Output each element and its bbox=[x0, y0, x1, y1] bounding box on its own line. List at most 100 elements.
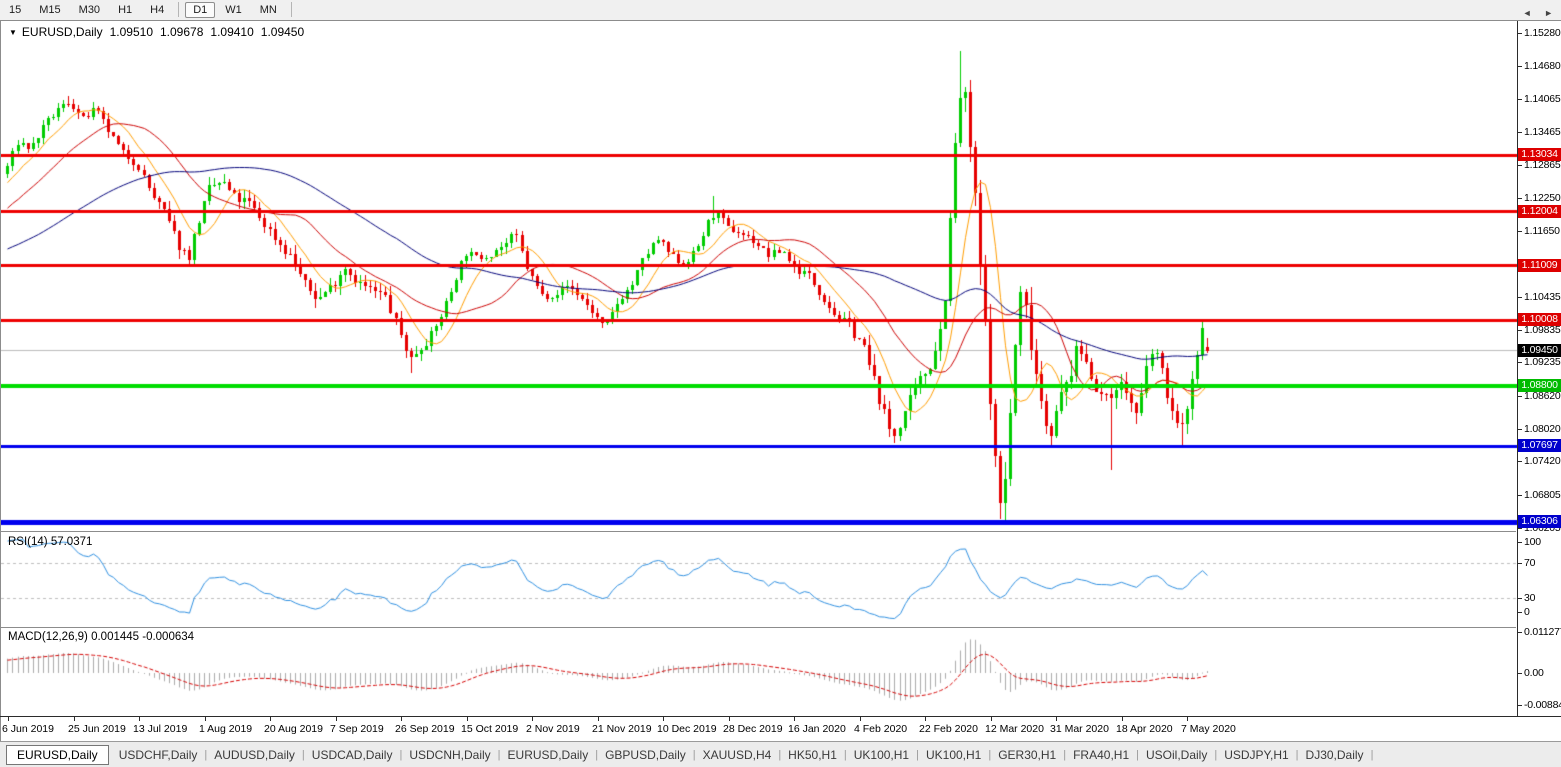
time-tick-mark bbox=[139, 717, 140, 721]
axis-tick-mark bbox=[1518, 563, 1522, 564]
time-tick-label: 7 May 2020 bbox=[1181, 723, 1236, 735]
price-level-badge: 1.13034 bbox=[1518, 148, 1561, 161]
axis-tick-mark bbox=[1518, 33, 1522, 34]
time-tick-mark bbox=[1187, 717, 1188, 721]
chart-tab-usoil-daily[interactable]: USOil,Daily bbox=[1139, 748, 1214, 762]
tab-scroll-left-icon[interactable]: ◄ bbox=[1523, 8, 1532, 18]
toolbar-separator bbox=[178, 2, 179, 17]
axis-tick-mark bbox=[1518, 542, 1522, 543]
time-tick-mark bbox=[401, 717, 402, 721]
price-level-badge: 1.12004 bbox=[1518, 205, 1561, 218]
rsi-panel-label: RSI(14) 57.0371 bbox=[8, 536, 92, 548]
time-tick-mark bbox=[1122, 717, 1123, 721]
axis-tick-mark bbox=[1518, 66, 1522, 67]
chart-tab-usdchf-daily[interactable]: USDCHF,Daily bbox=[112, 748, 205, 762]
price-tick-label: 1.07420 bbox=[1518, 455, 1561, 467]
time-tick-mark bbox=[8, 717, 9, 721]
time-tick-mark bbox=[663, 717, 664, 721]
time-tick-label: 28 Dec 2019 bbox=[723, 723, 783, 735]
chart-tab-bar: EURUSD,DailyUSDCHF,Daily|AUDUSD,Daily|US… bbox=[0, 741, 1561, 767]
time-tick-label: 2 Nov 2019 bbox=[526, 723, 580, 735]
price-level-badge: 1.08800 bbox=[1518, 379, 1561, 392]
period-button-w1[interactable]: W1 bbox=[217, 2, 250, 18]
period-button-d1[interactable]: D1 bbox=[185, 2, 215, 18]
chart-tab-usdjpy-h1[interactable]: USDJPY,H1 bbox=[1217, 748, 1295, 762]
macd-panel-label: MACD(12,26,9) 0.001445 -0.000634 bbox=[8, 631, 194, 643]
time-tick-mark bbox=[794, 717, 795, 721]
time-tick-mark bbox=[270, 717, 271, 721]
chart-tab-usdcad-daily[interactable]: USDCAD,Daily bbox=[305, 748, 400, 762]
time-tick-mark bbox=[860, 717, 861, 721]
rsi-tick-label: 30 bbox=[1518, 592, 1535, 604]
time-tick-label: 22 Feb 2020 bbox=[919, 723, 978, 735]
period-button-15[interactable]: 15 bbox=[1, 2, 29, 18]
chart-tab-uk100-h1[interactable]: UK100,H1 bbox=[847, 748, 916, 762]
axis-tick-mark bbox=[1518, 495, 1522, 496]
time-tick-mark bbox=[205, 717, 206, 721]
axis-tick-mark bbox=[1518, 632, 1522, 633]
time-axis-line bbox=[0, 716, 1561, 717]
rsi-panel-separator[interactable] bbox=[1, 531, 1516, 532]
price-tick-label: 1.13465 bbox=[1518, 126, 1561, 138]
axis-tick-mark bbox=[1518, 362, 1522, 363]
time-tick-label: 12 Mar 2020 bbox=[985, 723, 1044, 735]
price-level-badge: 1.09450 bbox=[1518, 344, 1561, 357]
chart-title: ▼EURUSD,Daily1.095101.096781.094101.0945… bbox=[9, 25, 304, 39]
rsi-tick-label: 0 bbox=[1518, 606, 1530, 618]
price-tick-label: 1.09235 bbox=[1518, 356, 1561, 368]
time-tick-mark bbox=[598, 717, 599, 721]
trading-app-window: 15M15M30H1H4D1W1MN ▼EURUSD,Daily1.095101… bbox=[0, 0, 1561, 767]
time-tick-mark bbox=[925, 717, 926, 721]
chart-tab-dj30-daily[interactable]: DJ30,Daily bbox=[1299, 748, 1371, 762]
period-button-h4[interactable]: H4 bbox=[142, 2, 172, 18]
time-tick-label: 15 Oct 2019 bbox=[461, 723, 518, 735]
macd-indicator-canvas[interactable] bbox=[1, 628, 1517, 716]
chart-tab-eurusd-daily[interactable]: EURUSD,Daily bbox=[6, 745, 109, 765]
time-tick-label: 7 Sep 2019 bbox=[330, 723, 384, 735]
period-button-mn[interactable]: MN bbox=[252, 2, 285, 18]
period-button-m30[interactable]: M30 bbox=[71, 2, 108, 18]
axis-tick-mark bbox=[1518, 165, 1522, 166]
period-button-m15[interactable]: M15 bbox=[31, 2, 68, 18]
macd-tick-label: 0.00 bbox=[1518, 667, 1544, 679]
price-tick-label: 1.12250 bbox=[1518, 192, 1561, 204]
time-tick-label: 18 Apr 2020 bbox=[1116, 723, 1173, 735]
tab-separator: | bbox=[1371, 749, 1374, 761]
chart-tab-eurusd-daily[interactable]: EURUSD,Daily bbox=[501, 748, 596, 762]
time-tick-mark bbox=[1056, 717, 1057, 721]
time-tick-label: 20 Aug 2019 bbox=[264, 723, 323, 735]
chart-tab-usdcnh-daily[interactable]: USDCNH,Daily bbox=[402, 748, 497, 762]
symbol-dropdown-icon[interactable]: ▼ bbox=[9, 28, 17, 37]
chart-tab-audusd-daily[interactable]: AUDUSD,Daily bbox=[207, 748, 302, 762]
rsi-indicator-canvas[interactable] bbox=[1, 532, 1517, 626]
price-level-badge: 1.11009 bbox=[1518, 259, 1561, 272]
time-axis[interactable]: 6 Jun 201925 Jun 201913 Jul 20191 Aug 20… bbox=[0, 717, 1561, 741]
time-tick-label: 1 Aug 2019 bbox=[199, 723, 252, 735]
chart-symbol-label: EURUSD,Daily bbox=[22, 25, 103, 39]
rsi-tick-label: 70 bbox=[1518, 557, 1535, 569]
price-tick-label: 1.08020 bbox=[1518, 423, 1561, 435]
price-chart-canvas[interactable] bbox=[1, 21, 1517, 530]
period-button-h1[interactable]: H1 bbox=[110, 2, 140, 18]
time-tick-mark bbox=[532, 717, 533, 721]
time-tick-mark bbox=[729, 717, 730, 721]
chart-tab-hk50-h1[interactable]: HK50,H1 bbox=[781, 748, 844, 762]
price-axis-line bbox=[1517, 21, 1518, 716]
chart-tab-ger30-h1[interactable]: GER30,H1 bbox=[991, 748, 1063, 762]
axis-tick-mark bbox=[1518, 598, 1522, 599]
time-tick-label: 4 Feb 2020 bbox=[854, 723, 907, 735]
tab-scroll-right-icon[interactable]: ► bbox=[1544, 8, 1553, 18]
rsi-tick-label: 100 bbox=[1518, 536, 1541, 548]
chart-tab-fra40-h1[interactable]: FRA40,H1 bbox=[1066, 748, 1136, 762]
chart-tab-gbpusd-daily[interactable]: GBPUSD,Daily bbox=[598, 748, 693, 762]
macd-panel-separator[interactable] bbox=[1, 627, 1516, 628]
time-tick-label: 26 Sep 2019 bbox=[395, 723, 455, 735]
price-tick-label: 1.10435 bbox=[1518, 291, 1561, 303]
chart-tab-xauusd-h4[interactable]: XAUUSD,H4 bbox=[696, 748, 779, 762]
chart-tab-uk100-h1[interactable]: UK100,H1 bbox=[919, 748, 988, 762]
axis-tick-mark bbox=[1518, 673, 1522, 674]
axis-tick-mark bbox=[1518, 99, 1522, 100]
axis-tick-mark bbox=[1518, 132, 1522, 133]
price-tick-label: 1.14065 bbox=[1518, 93, 1561, 105]
axis-tick-mark bbox=[1518, 612, 1522, 613]
